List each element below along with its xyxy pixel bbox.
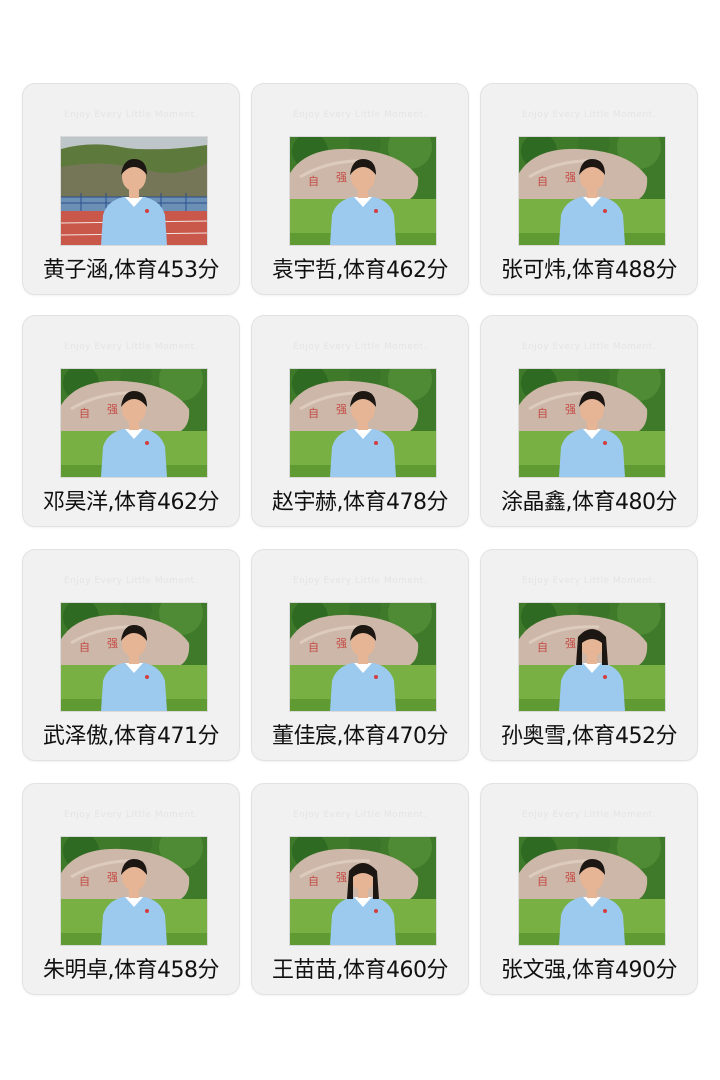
student-caption: 邓昊洋,体育462分	[43, 490, 220, 515]
student-photo-image: 自 强	[61, 837, 207, 945]
student-photo-rock: 自 强	[518, 136, 666, 246]
student-photo-rock: 自 强	[289, 602, 437, 712]
student-card[interactable]: Enjoy Every Little Moment. 自 强 孙奥雪,体育452…	[481, 550, 697, 760]
watermark: Enjoy Every Little Moment.	[292, 342, 428, 352]
svg-text:强: 强	[336, 637, 347, 650]
svg-text:强: 强	[565, 171, 576, 184]
student-card[interactable]: Enjoy Every Little Moment. 自 强 赵宇赫,体育478…	[252, 316, 468, 526]
student-photo-track	[60, 136, 208, 246]
svg-text:自: 自	[537, 175, 548, 188]
student-card[interactable]: Enjoy Every Little Moment. 自 强 朱明卓,体育458…	[23, 784, 239, 994]
svg-text:自: 自	[537, 407, 548, 420]
student-photo-image: 自 强	[290, 603, 436, 711]
student-card[interactable]: Enjoy Every Little Moment. 自 强 王苗苗,体育460…	[252, 784, 468, 994]
svg-text:自: 自	[308, 175, 319, 188]
svg-text:强: 强	[336, 171, 347, 184]
student-caption: 赵宇赫,体育478分	[272, 490, 449, 515]
svg-text:强: 强	[565, 403, 576, 416]
student-photo-image: 自 强	[61, 603, 207, 711]
student-card[interactable]: Enjoy Every Little Moment. 自 强 张文强,体育490…	[481, 784, 697, 994]
student-caption: 朱明卓,体育458分	[43, 958, 220, 983]
student-caption: 董佳宸,体育470分	[272, 724, 449, 749]
student-card[interactable]: Enjoy Every Little Moment. 自 强 袁宇哲,体育462…	[252, 84, 468, 294]
svg-text:强: 强	[107, 871, 118, 884]
svg-text:自: 自	[537, 875, 548, 888]
student-photo-rock: 自 强	[518, 602, 666, 712]
student-photo-image: 自 强	[519, 369, 665, 477]
student-photo-rock: 自 强	[289, 368, 437, 478]
student-caption: 涂晶鑫,体育480分	[501, 490, 678, 515]
student-caption: 武泽傲,体育471分	[43, 724, 220, 749]
student-caption: 王苗苗,体育460分	[272, 958, 449, 983]
svg-text:强: 强	[336, 871, 347, 884]
svg-text:自: 自	[308, 641, 319, 654]
student-photo-rock: 自 强	[60, 836, 208, 946]
student-photo-rock: 自 强	[518, 368, 666, 478]
student-photo-image: 自 强	[290, 837, 436, 945]
watermark: Enjoy Every Little Moment.	[521, 110, 657, 120]
student-card[interactable]: Enjoy Every Little Moment. 自 强 涂晶鑫,体育480…	[481, 316, 697, 526]
student-photo-image: 自 强	[290, 137, 436, 245]
student-card[interactable]: Enjoy Every Little Moment. 自 强 董佳宸,体育470…	[252, 550, 468, 760]
svg-text:自: 自	[308, 875, 319, 888]
student-photo-image	[61, 137, 207, 245]
student-photo-image: 自 强	[61, 369, 207, 477]
svg-text:自: 自	[79, 875, 90, 888]
watermark: Enjoy Every Little Moment.	[292, 576, 428, 586]
svg-text:强: 强	[107, 403, 118, 416]
student-photo-image: 自 强	[519, 603, 665, 711]
student-card[interactable]: Enjoy Every Little Moment. 黄子涵,体育453分	[23, 84, 239, 294]
svg-text:自: 自	[79, 407, 90, 420]
svg-text:自: 自	[537, 641, 548, 654]
student-photo-rock: 自 强	[518, 836, 666, 946]
student-photo-rock: 自 强	[60, 368, 208, 478]
student-card[interactable]: Enjoy Every Little Moment. 自 强 邓昊洋,体育462…	[23, 316, 239, 526]
student-photo-image: 自 强	[519, 837, 665, 945]
watermark: Enjoy Every Little Moment.	[63, 342, 199, 352]
student-card[interactable]: Enjoy Every Little Moment. 自 强 武泽傲,体育471…	[23, 550, 239, 760]
student-caption: 孙奥雪,体育452分	[501, 724, 678, 749]
svg-text:自: 自	[308, 407, 319, 420]
watermark: Enjoy Every Little Moment.	[63, 576, 199, 586]
student-photo-image: 自 强	[290, 369, 436, 477]
student-caption: 张可炜,体育488分	[501, 258, 678, 283]
student-caption: 黄子涵,体育453分	[43, 258, 220, 283]
student-caption: 袁宇哲,体育462分	[272, 258, 449, 283]
student-card[interactable]: Enjoy Every Little Moment. 自 强 张可炜,体育488…	[481, 84, 697, 294]
watermark: Enjoy Every Little Moment.	[521, 576, 657, 586]
watermark: Enjoy Every Little Moment.	[292, 110, 428, 120]
watermark: Enjoy Every Little Moment.	[63, 110, 199, 120]
student-photo-image: 自 强	[519, 137, 665, 245]
svg-text:强: 强	[336, 403, 347, 416]
watermark: Enjoy Every Little Moment.	[521, 810, 657, 820]
svg-text:强: 强	[565, 637, 576, 650]
student-caption: 张文强,体育490分	[501, 958, 678, 983]
watermark: Enjoy Every Little Moment.	[521, 342, 657, 352]
svg-text:强: 强	[565, 871, 576, 884]
watermark: Enjoy Every Little Moment.	[63, 810, 199, 820]
svg-text:强: 强	[107, 637, 118, 650]
student-photo-rock: 自 强	[289, 836, 437, 946]
svg-text:自: 自	[79, 641, 90, 654]
student-photo-rock: 自 强	[60, 602, 208, 712]
photo-grid: Enjoy Every Little Moment. 黄子涵,体育453分 En…	[0, 0, 720, 1080]
student-photo-rock: 自 强	[289, 136, 437, 246]
watermark: Enjoy Every Little Moment.	[292, 810, 428, 820]
